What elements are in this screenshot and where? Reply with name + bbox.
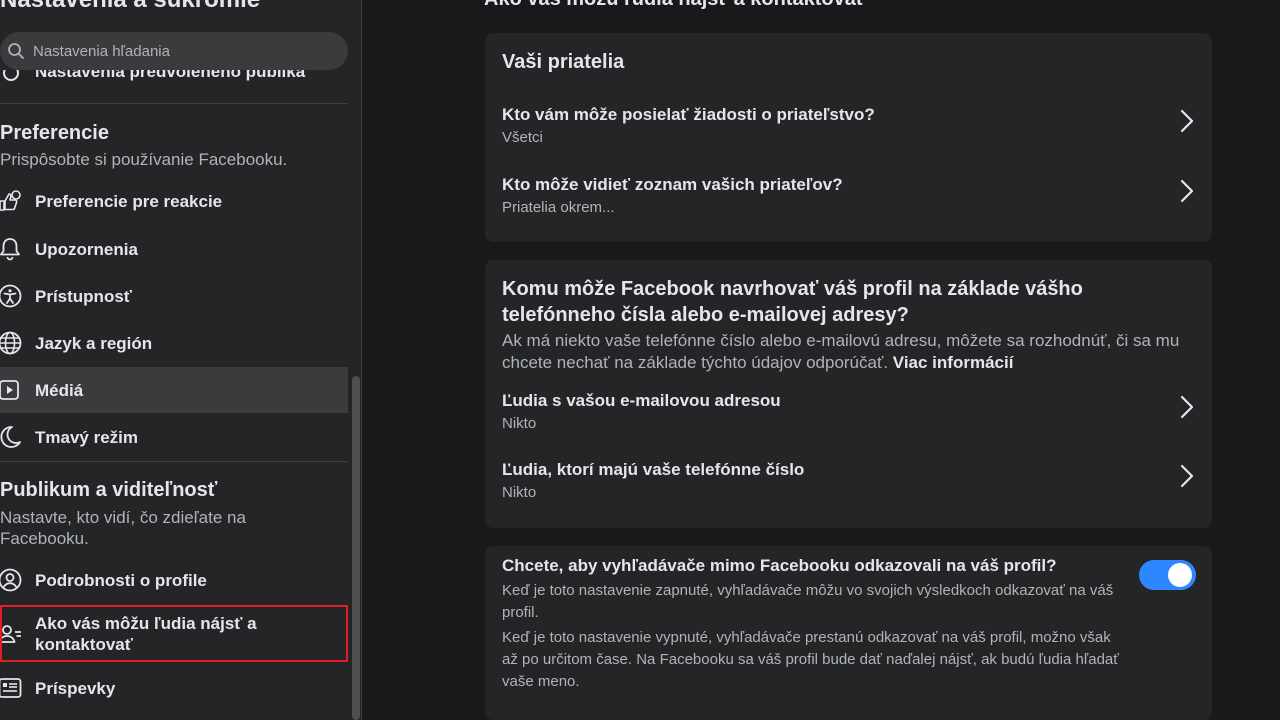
suggest-profile-card: Komu môže Facebook navrhovať váš profil … (485, 260, 1212, 528)
setting-text-on: Keď je toto nastavenie zapnuté, vyhľadáv… (502, 582, 1114, 621)
globe-icon (0, 331, 22, 355)
section-desc-audience: Nastavte, kto vidí, čo zdieľate na Faceb… (0, 508, 246, 548)
sidebar-item-default-audience[interactable]: Nastavenia predvoleného publika (0, 70, 348, 84)
reactions-icon (0, 189, 22, 213)
sidebar-item-dark-mode[interactable]: Tmavý režim (0, 414, 348, 460)
chevron-right-icon (1180, 179, 1194, 203)
card-description-text: Ak má niekto vaše telefónne číslo alebo … (502, 331, 1180, 372)
sidebar-item-find-contact[interactable]: Ako vás môžu ľudia nájsť a kontaktovať (0, 605, 348, 662)
setting-question: Chcete, aby vyhľadávače mimo Facebooku o… (502, 556, 1057, 575)
sidebar-item-label: Nastavenia predvoleného publika (35, 70, 306, 81)
setting-question: Kto môže vidieť zoznam vašich priateľov? (502, 175, 843, 194)
sidebar-item-posts[interactable]: Príspevky (0, 665, 348, 711)
divider (0, 461, 348, 462)
search-engine-toggle[interactable] (1139, 560, 1196, 590)
sidebar-item-language[interactable]: Jazyk a región (0, 320, 348, 366)
sidebar-item-media[interactable]: Médiá (0, 367, 348, 413)
sidebar-item-label: Príspevky (35, 678, 116, 698)
sidebar-item-label: Podrobnosti o profile (35, 570, 207, 590)
toggle-knob (1168, 563, 1192, 587)
sidebar-item-label: Upozornenia (35, 239, 138, 259)
setting-value: Priatelia okrem... (502, 199, 615, 216)
friends-card: Vaši priatelia Kto vám môže posielať žia… (485, 33, 1212, 242)
search-engines-card: Chcete, aby vyhľadávače mimo Facebooku o… (485, 546, 1212, 720)
card-title: Komu môže Facebook navrhovať váš profil … (502, 278, 1083, 326)
card-title: Vaši priatelia (502, 51, 625, 73)
sidebar-title: Nastavenia a súkromie (0, 0, 260, 14)
setting-value: Nikto (502, 484, 537, 501)
gear-icon (3, 70, 19, 81)
sidebar-item-label: Tmavý režim (35, 427, 138, 447)
main-content: Ako vás môžu ľudia nájsť a kontaktovať V… (363, 0, 1280, 720)
sidebar-item-label: Jazyk a región (35, 333, 153, 353)
sidebar-item-reactions[interactable]: Preferencie pre reakcie (0, 178, 348, 224)
sidebar-item-profile-details[interactable]: Podrobnosti o profile (0, 557, 348, 603)
setting-row-email[interactable]: Ľudia s vašou e-mailovou adresou Nikto (485, 391, 1212, 447)
more-info-link[interactable]: Viac informácií (893, 353, 1014, 372)
setting-question: Kto vám môže posielať žiadosti o priateľ… (502, 105, 875, 124)
search-input[interactable] (33, 42, 333, 60)
accessibility-icon (0, 284, 22, 308)
media-icon (0, 378, 22, 402)
sidebar-item-notifications[interactable]: Upozornenia (0, 226, 348, 272)
divider (0, 103, 348, 104)
section-title-audience: Publikum a viditeľnosť (0, 479, 218, 501)
setting-value: Všetci (502, 129, 543, 146)
settings-sidebar: Nastavenia a súkromie Nastavenia predvol… (0, 0, 362, 720)
moon-icon (0, 425, 22, 449)
chevron-right-icon (1180, 464, 1194, 488)
section-desc-preferences: Prispôsobte si používanie Facebooku. (0, 150, 288, 169)
chevron-right-icon (1180, 395, 1194, 419)
sidebar-scrollbar[interactable] (352, 376, 360, 720)
setting-text-off: Keď je toto nastavenie vypnuté, vyhľadáv… (502, 629, 1119, 690)
user-circle-icon (0, 568, 22, 592)
sidebar-item-label: Médiá (35, 380, 84, 400)
search-box[interactable] (0, 32, 348, 70)
setting-row-phone[interactable]: Ľudia, ktorí majú vaše telefónne číslo N… (485, 460, 1212, 516)
search-icon (8, 43, 24, 59)
sidebar-item-label: Ako vás môžu ľudia nájsť a kontaktovať (35, 613, 257, 654)
card-description: Ak má niekto vaše telefónne číslo alebo … (502, 330, 1202, 374)
setting-value: Nikto (502, 415, 537, 432)
page-title: Ako vás môžu ľudia nájsť a kontaktovať (484, 0, 865, 11)
find-people-icon (0, 622, 22, 646)
setting-row-friends-list[interactable]: Kto môže vidieť zoznam vašich priateľov?… (485, 175, 1212, 231)
chevron-right-icon (1180, 109, 1194, 133)
setting-question: Ľudia, ktorí majú vaše telefónne číslo (502, 460, 805, 479)
sidebar-item-label: Preferencie pre reakcie (35, 191, 223, 211)
bell-icon (0, 237, 22, 261)
sidebar-item-label: Prístupnosť (35, 286, 132, 306)
posts-icon (0, 676, 22, 700)
section-title-preferences: Preferencie (0, 122, 109, 144)
setting-row-friend-requests[interactable]: Kto vám môže posielať žiadosti o priateľ… (485, 105, 1212, 161)
setting-question: Ľudia s vašou e-mailovou adresou (502, 391, 781, 410)
sidebar-item-accessibility[interactable]: Prístupnosť (0, 273, 348, 319)
